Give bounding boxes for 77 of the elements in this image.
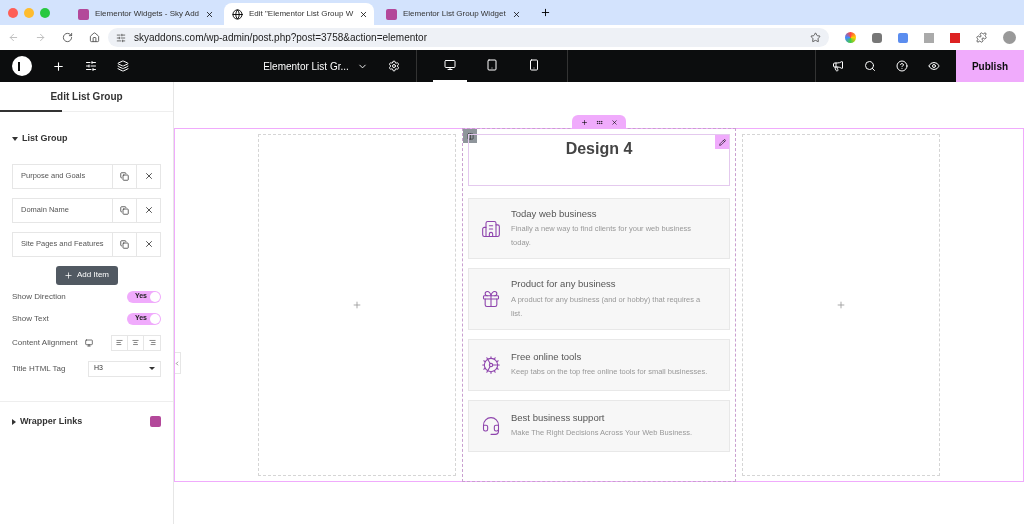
headset-icon bbox=[481, 415, 501, 436]
page-title-dropdown[interactable]: Elementor List Gr... bbox=[251, 58, 380, 74]
remove-icon[interactable] bbox=[143, 205, 154, 215]
setting-label: Show Direction bbox=[12, 290, 66, 303]
tab-title: Elementor List Group Widget bbox=[403, 8, 506, 20]
section-header[interactable]: Wrapper Links bbox=[12, 414, 83, 429]
new-tab-icon[interactable] bbox=[540, 7, 551, 18]
card-title: Free online tools bbox=[511, 349, 583, 364]
gift-icon bbox=[481, 288, 501, 309]
layers-icon[interactable] bbox=[117, 60, 129, 72]
duplicate-icon[interactable] bbox=[120, 205, 129, 215]
duplicate-icon[interactable] bbox=[120, 239, 129, 249]
puzzle-icon[interactable] bbox=[976, 32, 987, 43]
desktop-icon[interactable] bbox=[85, 338, 94, 347]
close-icon[interactable] bbox=[610, 118, 618, 126]
tab-title: Elementor Widgets - Sky Add bbox=[95, 8, 200, 20]
remove-icon[interactable] bbox=[143, 239, 154, 249]
extension-icon[interactable] bbox=[845, 32, 856, 43]
tab-title: Edit "Elementor List Group W bbox=[249, 8, 354, 20]
close-tab-icon[interactable] bbox=[511, 9, 521, 19]
bookmark-star-icon bbox=[810, 32, 821, 43]
extension-icon[interactable] bbox=[950, 32, 960, 43]
close-tab-icon[interactable] bbox=[359, 9, 369, 19]
home-icon[interactable] bbox=[89, 32, 100, 43]
card-title: Today web business bbox=[511, 207, 598, 221]
extension-icon[interactable] bbox=[872, 32, 882, 43]
close-tab-icon[interactable] bbox=[205, 9, 215, 19]
add-icon bbox=[352, 300, 362, 310]
reload-icon[interactable] bbox=[62, 32, 73, 43]
settings-icon[interactable] bbox=[387, 60, 400, 72]
align-left-icon bbox=[116, 339, 123, 346]
panel-title: Edit List Group bbox=[50, 90, 123, 104]
align-right-icon bbox=[148, 339, 156, 346]
search-icon[interactable] bbox=[864, 60, 876, 72]
page-heading: Design 4 bbox=[565, 139, 633, 159]
tab-favicon-icon bbox=[386, 8, 397, 20]
caret-down-icon bbox=[12, 136, 18, 141]
help-icon[interactable] bbox=[896, 60, 908, 72]
tablet-icon bbox=[485, 59, 498, 71]
add-element-icon[interactable] bbox=[52, 59, 65, 73]
desktop-icon bbox=[443, 59, 456, 71]
edit-widget-icon[interactable] bbox=[715, 135, 729, 149]
tab-favicon-icon bbox=[78, 8, 89, 20]
align-center-icon bbox=[132, 339, 139, 346]
globe-icon bbox=[232, 8, 243, 20]
publish-button[interactable]: Publish bbox=[956, 50, 1024, 82]
caret-down-icon bbox=[149, 367, 155, 370]
sky-addons-badge-icon bbox=[150, 415, 161, 427]
duplicate-icon[interactable] bbox=[120, 171, 129, 181]
settings-sliders-icon[interactable] bbox=[85, 60, 97, 72]
address-bar[interactable]: skyaddons.com/wp-admin/post.php?post=3758&action=elementor bbox=[108, 28, 829, 47]
preview-eye-icon[interactable] bbox=[928, 60, 940, 72]
add-item-button[interactable]: Add Item bbox=[55, 265, 118, 285]
setting-label: Title HTML Tag bbox=[12, 362, 67, 375]
extension-icon[interactable] bbox=[898, 32, 908, 43]
megaphone-icon[interactable] bbox=[832, 60, 844, 72]
section-toolbar[interactable] bbox=[572, 115, 626, 129]
add-icon bbox=[836, 300, 846, 310]
profile-avatar[interactable] bbox=[1003, 31, 1016, 44]
setting-label: Content Alignment bbox=[12, 336, 78, 349]
gear-icon bbox=[481, 354, 501, 375]
browser-tab[interactable]: Edit "Elementor List Group W bbox=[224, 3, 374, 25]
setting-label: Show Text bbox=[12, 312, 49, 325]
building-icon bbox=[481, 218, 501, 239]
collapse-panel-handle[interactable] bbox=[173, 352, 181, 374]
mobile-icon bbox=[527, 59, 540, 71]
site-info-icon bbox=[116, 32, 126, 43]
browser-tab[interactable]: Elementor List Group Widget bbox=[378, 3, 528, 25]
section-header[interactable]: List Group bbox=[12, 132, 161, 146]
card-title: Product for any business bbox=[511, 277, 617, 292]
elementor-logo-icon[interactable] bbox=[12, 56, 32, 76]
add-icon[interactable] bbox=[580, 118, 588, 126]
remove-icon[interactable] bbox=[143, 171, 154, 181]
caret-right-icon bbox=[12, 418, 16, 425]
card-title: Best business support bbox=[511, 410, 606, 425]
plus-icon bbox=[64, 270, 73, 280]
browser-tab[interactable]: Elementor Widgets - Sky Add bbox=[70, 3, 220, 25]
